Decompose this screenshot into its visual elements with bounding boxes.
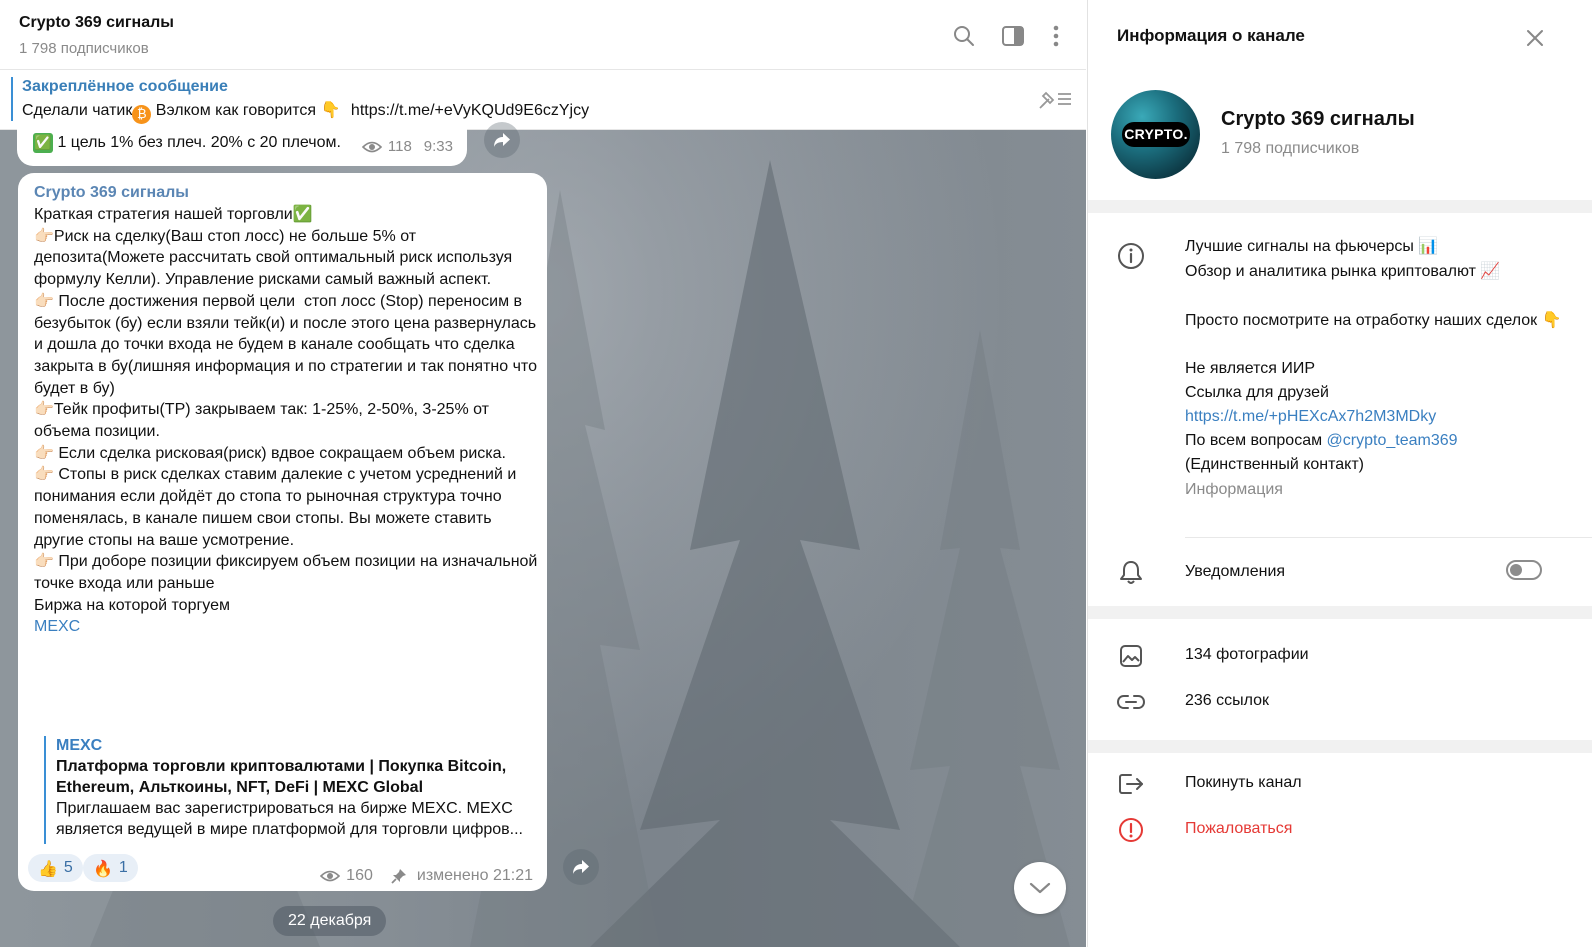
- desc-line: Ссылка для друзей: [1185, 384, 1329, 401]
- pinned-text-middle: Вэлком как говорится: [151, 102, 317, 119]
- share-button[interactable]: [563, 849, 599, 885]
- channel-header-section: Информация о канале CRYPTO. Crypto 369 с…: [1088, 0, 1592, 200]
- media-section: 134 фотографии 236 ссылок: [1088, 619, 1592, 740]
- divider: [1185, 537, 1592, 538]
- close-icon: [1527, 30, 1543, 46]
- message-line: Краткая стратегия нашей торговли✅: [34, 206, 313, 223]
- photos-link[interactable]: 134 фотографии: [1185, 646, 1309, 664]
- report-icon: [1117, 816, 1145, 844]
- pin-icon: [391, 869, 406, 884]
- notifications-label: Уведомления: [1185, 563, 1286, 580]
- message-line: 👉🏻Риск на сделку(Ваш стоп лосс) не больш…: [34, 227, 517, 289]
- chat-title[interactable]: Crypto 369 сигналы: [19, 14, 174, 32]
- fire-emoji: 🔥: [93, 858, 113, 878]
- avatar-logo-text: CRYPTO.: [1122, 122, 1190, 147]
- actions-section: Покинуть канал Пожаловаться: [1088, 753, 1592, 947]
- toggle-knob: [1510, 564, 1522, 576]
- message-bubble: Crypto 369 сигналы Краткая стратегия наш…: [18, 173, 547, 891]
- message-line: 👉🏻 При доборе позиции фиксируем объем по…: [34, 553, 542, 592]
- chat-area: Crypto 369 сигналы 1 798 подписчиков Зак…: [0, 0, 1086, 947]
- channel-subscribers: 1 798 подписчиков: [1221, 140, 1360, 157]
- more-menu-icon[interactable]: [1042, 22, 1070, 50]
- contact-prefix: По всем вопросам: [1185, 432, 1327, 449]
- channel-avatar[interactable]: CRYPTO.: [1111, 90, 1200, 179]
- friends-link[interactable]: https://t.me/+pHEXcAx7h2M3MDky: [1185, 405, 1575, 429]
- share-button[interactable]: [484, 122, 520, 158]
- panel-title: Информация о канале: [1117, 26, 1305, 45]
- pinned-link[interactable]: https://t.me/+eVyKQUd9E6czYjcy: [351, 102, 589, 119]
- search-icon[interactable]: [950, 22, 978, 50]
- reaction-count: 1: [118, 859, 128, 876]
- message-line: 👉🏻 Стопы в риск сделках ставим далекие с…: [34, 466, 521, 549]
- chart-up-emoji: 📈: [1480, 261, 1501, 280]
- message-line: Биржа на которой торгуем: [34, 596, 231, 614]
- desc-line: Не является ИИР: [1185, 360, 1315, 377]
- check-mark-icon: ✅: [33, 133, 53, 153]
- reaction-thumbs-up[interactable]: 👍 5: [28, 854, 83, 882]
- info-icon: [1117, 242, 1145, 270]
- edited-time: изменено 21:21: [416, 867, 533, 884]
- pinned-accent-bar: [11, 77, 13, 121]
- channel-info-panel: Информация о канале CRYPTO. Crypto 369 с…: [1087, 0, 1592, 947]
- notifications-toggle[interactable]: [1506, 560, 1542, 580]
- message-line: 👉🏻 Если сделка рисковая(риск) вдвое сокр…: [34, 444, 506, 462]
- desc-line: Обзор и аналитика рынка криптовалют: [1185, 263, 1476, 280]
- sidebar-toggle-icon[interactable]: [999, 22, 1027, 50]
- message-text-content: 1 цель 1% без плеч. 20% с 20 плечом.: [57, 134, 341, 151]
- pointing-down-emoji: 👇: [1541, 310, 1562, 329]
- channel-name: Crypto 369 сигналы: [1221, 108, 1415, 130]
- info-caption: Информация: [1185, 481, 1283, 498]
- channel-info-section: Лучшие сигналы на фьючерсы 📊 Обзор и ана…: [1088, 213, 1592, 606]
- message-body: Краткая стратегия нашей торговли✅ 👉🏻Риск…: [34, 204, 539, 638]
- share-arrow-icon: [573, 860, 589, 874]
- message-time: 9:33: [423, 138, 453, 155]
- reaction-fire[interactable]: 🔥 1: [83, 854, 138, 882]
- report-button[interactable]: Пожаловаться: [1185, 820, 1292, 838]
- links-link[interactable]: 236 ссылок: [1185, 692, 1269, 710]
- thumbs-up-emoji: 👍: [38, 858, 58, 878]
- scroll-down-button[interactable]: [1014, 862, 1066, 914]
- pinned-text: Сделали чатик ₿ Вэлком как говорится 👇 ht…: [22, 100, 589, 124]
- chat-subscribers: 1 798 подписчиков: [19, 40, 149, 57]
- bell-icon: [1117, 558, 1145, 586]
- leave-channel-button[interactable]: Покинуть канал: [1185, 774, 1302, 792]
- contact-handle[interactable]: @crypto_team369: [1327, 432, 1458, 449]
- pinned-label: Закреплённое сообщение: [22, 78, 228, 95]
- link-preview[interactable]: MEXC Платформа торговли криптовалютами |…: [44, 736, 534, 844]
- views-eye-icon: [361, 141, 382, 152]
- contact-note: (Единственный контакт): [1185, 456, 1365, 473]
- bitcoin-icon: ₿: [132, 105, 152, 124]
- desc-line: Просто посмотрите на отработку наших сде…: [1185, 312, 1538, 329]
- channel-description: Лучшие сигналы на фьючерсы 📊 Обзор и ана…: [1185, 234, 1575, 502]
- message-meta: 160 изменено 21:21: [320, 867, 533, 885]
- pointing-down-emoji: 👇: [320, 100, 341, 119]
- bar-chart-emoji: 📊: [1418, 236, 1439, 255]
- date-separator: 22 декабря: [273, 906, 387, 936]
- views-eye-icon: [320, 870, 341, 882]
- chat-header[interactable]: Crypto 369 сигналы 1 798 подписчиков: [0, 0, 1086, 70]
- message-meta: 118 9:33: [361, 138, 453, 155]
- chevron-down-icon: [1029, 882, 1051, 894]
- message-line: 👉🏻 После достижения первой цели стоп лос…: [34, 292, 542, 397]
- pinned-message-bar[interactable]: Закреплённое сообщение Сделали чатик ₿ Вэ…: [0, 70, 1086, 130]
- reaction-count: 5: [63, 859, 73, 876]
- close-button[interactable]: [1519, 22, 1551, 54]
- preview-title: Платформа торговли криптовалютами | Поку…: [56, 758, 507, 796]
- pinned-text-prefix: Сделали чатик: [22, 102, 133, 119]
- leave-icon: [1117, 770, 1145, 798]
- share-arrow-icon: [494, 133, 510, 147]
- views-count: 118: [387, 138, 412, 155]
- pin-list-icon[interactable]: [1038, 88, 1074, 115]
- preview-description: Приглашаем вас зарегистрироваться на бир…: [56, 800, 523, 838]
- message-text: ✅ 1 цель 1% без плеч. 20% с 20 плечом.: [33, 133, 341, 153]
- message-bubble-previous: ✅ 1 цель 1% без плеч. 20% с 20 плечом. 1…: [17, 126, 467, 166]
- photo-icon: [1117, 642, 1145, 670]
- message-line: 👉🏻Тейк профиты(TP) закрываем так: 1-25%,…: [34, 401, 494, 441]
- link-icon: [1117, 688, 1145, 716]
- views-count: 160: [346, 867, 373, 884]
- message-author[interactable]: Crypto 369 сигналы: [34, 184, 189, 202]
- desc-line: Лучшие сигналы на фьючерсы: [1185, 238, 1414, 255]
- mexc-link[interactable]: MEXC: [34, 616, 539, 638]
- preview-site-name: MEXC: [56, 737, 103, 754]
